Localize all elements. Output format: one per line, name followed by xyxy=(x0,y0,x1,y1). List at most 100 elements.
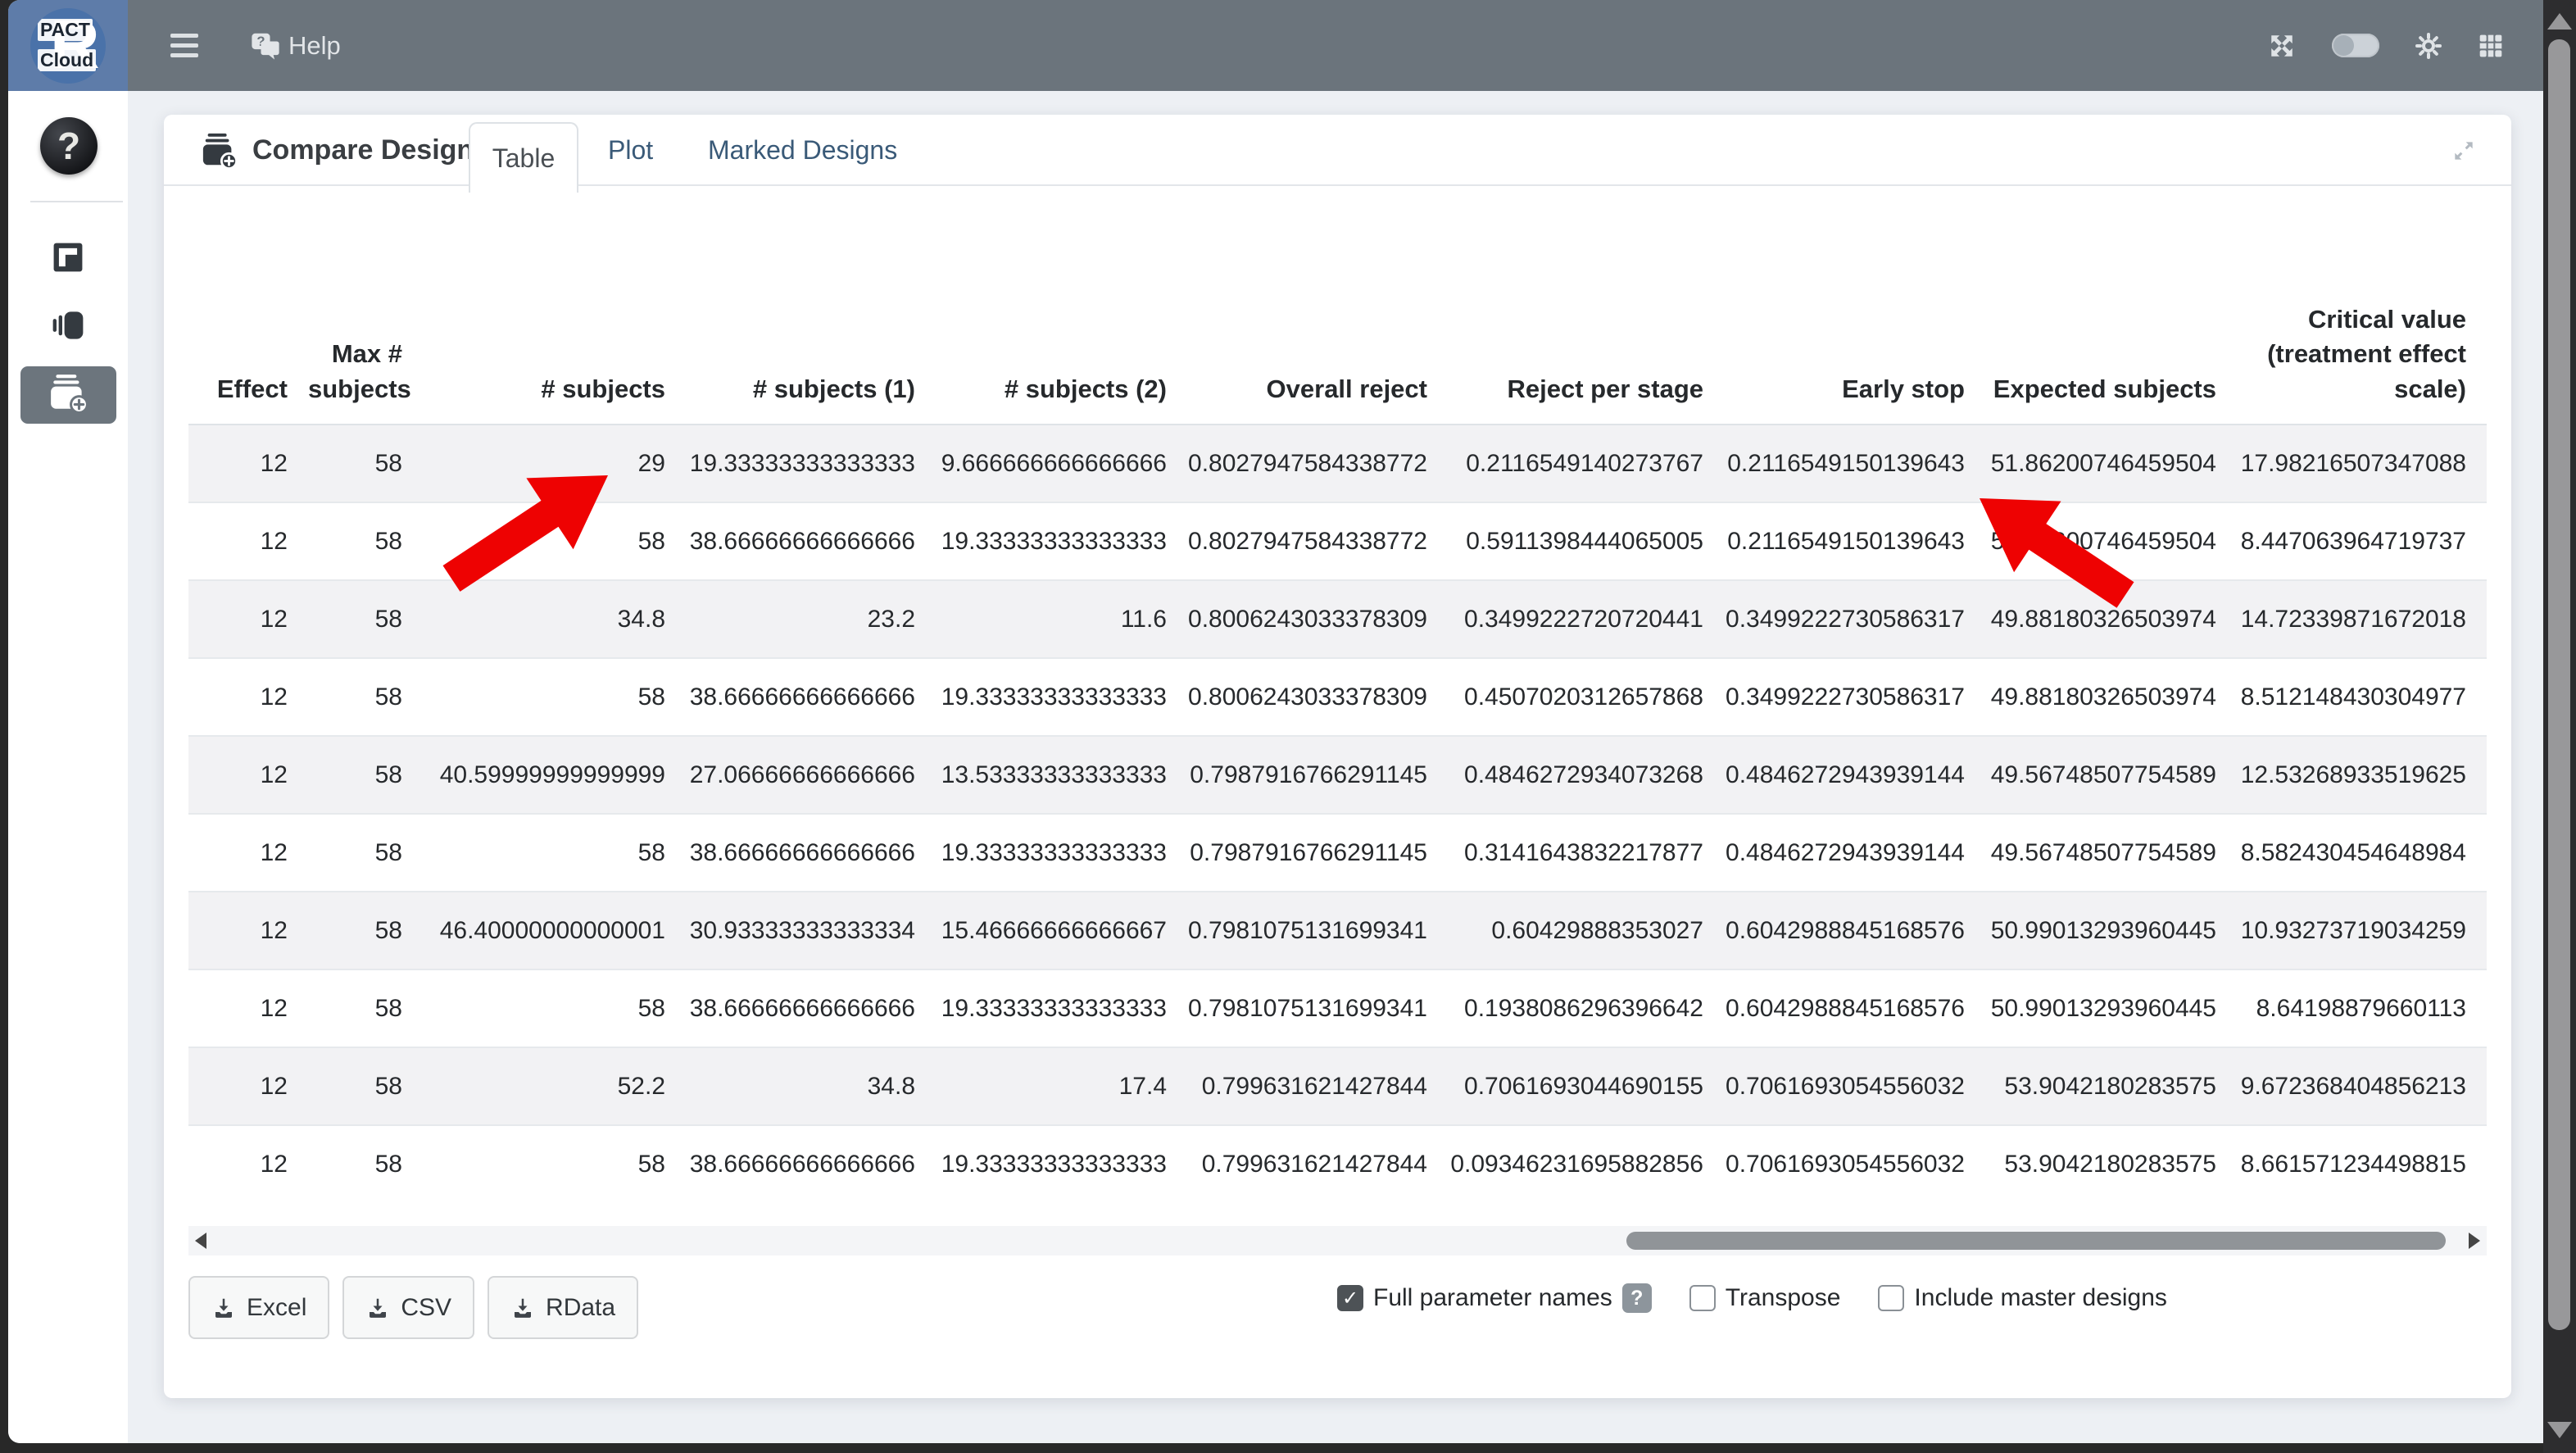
table-cell: 27.06666666666666 xyxy=(686,736,936,814)
table-cell: 19.33333333333333 xyxy=(686,425,936,502)
table-cell: 46.40000000000001 xyxy=(423,892,686,969)
scroll-down-arrow-icon[interactable] xyxy=(2547,1422,2572,1438)
card-expand-icon[interactable] xyxy=(2451,138,2477,168)
table-cell: 12 xyxy=(188,736,308,814)
designs-table: EffectMax # subjects# subjects# subjects… xyxy=(188,238,2487,1203)
topbar-actions xyxy=(2268,32,2504,60)
scroll-right-arrow-icon[interactable] xyxy=(2469,1233,2480,1249)
pact-cloud-logo-icon: R PACT Cloud xyxy=(30,8,106,84)
table-cell: 0.7061693044690155 xyxy=(1448,1047,1724,1125)
table-cell: 19.33333333333333 xyxy=(936,814,1187,892)
table-cell: 0.799631621427844 xyxy=(1187,1047,1448,1125)
table-cell: 0.5911398444065005 xyxy=(1448,502,1724,580)
checkbox-check-icon[interactable]: ✓ xyxy=(1878,1285,1904,1311)
table-cell: 0.3499222730586317 xyxy=(1724,580,1985,658)
excel-button[interactable]: Excel xyxy=(188,1276,329,1339)
table-cell: 17.4 xyxy=(936,1047,1187,1125)
column-header[interactable]: Critical value (treatment effect scale) xyxy=(2237,238,2487,425)
tab-marked-designs-label: Marked Designs xyxy=(708,135,897,166)
table-row: 125834.823.211.60.80062430333783090.3499… xyxy=(188,580,2487,658)
table-cell: 58 xyxy=(308,969,423,1047)
sidebar-item-compare-designs[interactable] xyxy=(20,366,116,424)
checkbox-check-icon[interactable]: ✓ xyxy=(1337,1285,1363,1311)
vertical-scrollbar[interactable] xyxy=(2543,0,2576,1453)
excel-button-label: Excel xyxy=(247,1294,306,1322)
rdata-button[interactable]: RData xyxy=(488,1276,638,1339)
checkbox-full-parameter-names[interactable]: ✓ Full parameter names ? xyxy=(1337,1283,1652,1313)
table-cell: 50.99013293960445 xyxy=(1985,969,2237,1047)
table-cell: 13.53333333333333 xyxy=(936,736,1187,814)
column-header[interactable]: Effect xyxy=(188,238,308,425)
horizontal-scrollbar-thumb[interactable] xyxy=(1626,1232,2446,1250)
table-cell: 11.6 xyxy=(936,580,1187,658)
help-badge-icon[interactable]: ? xyxy=(1622,1283,1652,1313)
tab-table[interactable]: Table xyxy=(469,122,578,193)
checkbox-check-icon[interactable]: ✓ xyxy=(1689,1285,1716,1311)
table-cell: 34.8 xyxy=(423,580,686,658)
table-cell: 58 xyxy=(423,969,686,1047)
table-cell: 51.86200746459504 xyxy=(1985,502,2237,580)
checkbox-transpose[interactable]: ✓ Transpose xyxy=(1689,1284,1841,1312)
theme-toggle-switch[interactable] xyxy=(2332,34,2379,57)
column-header[interactable]: Early stop xyxy=(1724,238,1985,425)
table-cell: 19.33333333333333 xyxy=(936,658,1187,736)
card-header: Compare Designs Table Plot Marked Design… xyxy=(164,115,2511,186)
table-cell: 0.6042988845168576 xyxy=(1724,969,1985,1047)
table-cell: 0.60429888353027 xyxy=(1448,892,1724,969)
logo-text-cloud: Cloud xyxy=(38,49,96,71)
table-cell: 52.2 xyxy=(423,1047,686,1125)
table-cell: 0.4507020312657868 xyxy=(1448,658,1724,736)
table-cell: 8.661571234498815 xyxy=(2237,1125,2487,1203)
table-cell: 58 xyxy=(423,658,686,736)
table-cell: 19.33333333333333 xyxy=(936,502,1187,580)
table-cell: 58 xyxy=(308,1125,423,1203)
flip-panel-icon xyxy=(52,242,84,277)
table-cell: 19.33333333333333 xyxy=(936,1125,1187,1203)
sidebar: ? xyxy=(8,91,128,1443)
scroll-left-arrow-icon[interactable] xyxy=(195,1233,206,1249)
table-cell: 0.2116549150139643 xyxy=(1724,502,1985,580)
table-cell: 0.7987916766291145 xyxy=(1187,814,1448,892)
column-header[interactable]: # subjects xyxy=(423,238,686,425)
tab-marked-designs[interactable]: Marked Designs xyxy=(708,115,897,186)
table-cell: 14.72339871672018 xyxy=(2237,580,2487,658)
csv-button[interactable]: CSV xyxy=(342,1276,474,1339)
scroll-up-arrow-icon[interactable] xyxy=(2547,13,2572,30)
hamburger-menu-icon[interactable] xyxy=(170,34,198,57)
column-header[interactable]: Overall reject xyxy=(1187,238,1448,425)
table-row: 12585838.6666666666666619.33333333333333… xyxy=(188,658,2487,736)
settings-sun-icon[interactable] xyxy=(2415,33,2442,59)
sidebar-item-flip-panel[interactable] xyxy=(8,242,128,277)
apps-grid-icon[interactable] xyxy=(2478,33,2504,59)
table-cell: 49.88180326503974 xyxy=(1985,658,2237,736)
table-cell: 8.512148430304977 xyxy=(2237,658,2487,736)
table-cell: 15.46666666666667 xyxy=(936,892,1187,969)
content-area: Compare Designs Table Plot Marked Design… xyxy=(128,91,2543,1443)
table-cell: 0.8006243033378309 xyxy=(1187,658,1448,736)
table-cell: 53.9042180283575 xyxy=(1985,1125,2237,1203)
avatar-glyph: ? xyxy=(57,124,80,168)
column-header[interactable]: # subjects (1) xyxy=(686,238,936,425)
table-cell: 12 xyxy=(188,658,308,736)
table-cell: 30.93333333333334 xyxy=(686,892,936,969)
vertical-scrollbar-thumb[interactable] xyxy=(2548,39,2570,1330)
tab-plot[interactable]: Plot xyxy=(608,115,653,186)
help-button[interactable]: ? Help xyxy=(251,31,341,61)
tab-plot-label: Plot xyxy=(608,135,653,166)
column-header[interactable]: Reject per stage xyxy=(1448,238,1724,425)
table-cell: 53.9042180283575 xyxy=(1985,1047,2237,1125)
column-header[interactable]: Max # subjects xyxy=(308,238,423,425)
brand-logo[interactable]: R PACT Cloud xyxy=(8,0,128,91)
fullscreen-icon[interactable] xyxy=(2268,32,2296,60)
column-header[interactable]: # subjects (2) xyxy=(936,238,1187,425)
checkbox-include-master-designs[interactable]: ✓ Include master designs xyxy=(1878,1284,2167,1312)
table-cell: 8.582430454648984 xyxy=(2237,814,2487,892)
column-header[interactable]: Expected subjects xyxy=(1985,238,2237,425)
horizontal-scrollbar[interactable] xyxy=(188,1226,2487,1255)
table-row: 125840.5999999999999927.0666666666666613… xyxy=(188,736,2487,814)
table-cell: 58 xyxy=(423,502,686,580)
help-label: Help xyxy=(288,31,341,61)
table-cell: 38.66666666666666 xyxy=(686,502,936,580)
sidebar-item-card-stack[interactable] xyxy=(8,308,128,347)
question-avatar[interactable]: ? xyxy=(40,117,98,175)
